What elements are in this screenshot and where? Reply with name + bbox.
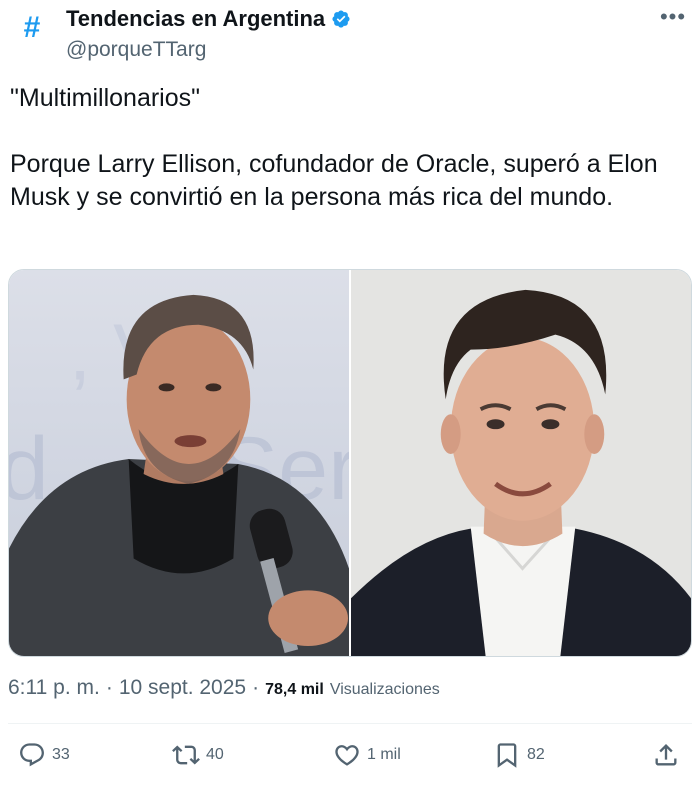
- tweet-text: "Multimillonarios" Porque Larry Ellison,…: [10, 82, 690, 214]
- photo-elon-musk[interactable]: [351, 270, 691, 656]
- tweet-meta: 6:11 p. m. · 10 sept. 2025 · 78,4 mil Vi…: [8, 676, 440, 700]
- meta-separator: ·: [105, 676, 113, 699]
- photo-larry-ellison[interactable]: d Ser , V: [9, 270, 349, 656]
- reply-button[interactable]: 33: [18, 732, 70, 778]
- reply-icon: [20, 743, 44, 767]
- views-label: Visualizaciones: [329, 681, 440, 698]
- tweet-date[interactable]: 10 sept. 2025: [119, 676, 246, 700]
- name-row: Tendencias en Argentina: [66, 6, 351, 32]
- display-name[interactable]: Tendencias en Argentina: [66, 6, 325, 32]
- action-bar: 33 40 1 mil 82: [0, 732, 700, 778]
- repost-icon: [172, 745, 200, 765]
- share-button[interactable]: [652, 732, 680, 778]
- verified-badge-icon: [332, 10, 350, 28]
- like-count: 1 mil: [367, 746, 401, 763]
- meta-separator: ·: [252, 676, 260, 699]
- more-options-icon[interactable]: •••: [658, 6, 688, 32]
- share-icon: [655, 744, 677, 766]
- tweet-time[interactable]: 6:11 p. m.: [8, 676, 100, 700]
- views-count: 78,4 mil: [265, 681, 324, 698]
- like-button[interactable]: 1 mil: [333, 732, 401, 778]
- tweet-text-line2: Porque Larry Ellison, cofundador de Orac…: [10, 150, 658, 211]
- tweet-media[interactable]: d Ser , V: [8, 269, 692, 657]
- account-handle[interactable]: @porqueTTarg: [66, 38, 206, 62]
- account-avatar[interactable]: #: [18, 13, 46, 43]
- repost-button[interactable]: 40: [172, 732, 224, 778]
- bookmark-button[interactable]: 82: [493, 732, 545, 778]
- bookmark-icon: [497, 743, 517, 768]
- tweet-text-line1: "Multimillonarios": [10, 84, 201, 112]
- reply-count: 33: [52, 746, 70, 763]
- repost-count: 40: [206, 746, 224, 763]
- bookmark-count: 82: [527, 746, 545, 763]
- heart-icon: [335, 745, 359, 766]
- divider: [8, 723, 692, 724]
- tweet-header: # Tendencias en Argentina @porqueTTarg •…: [0, 0, 700, 70]
